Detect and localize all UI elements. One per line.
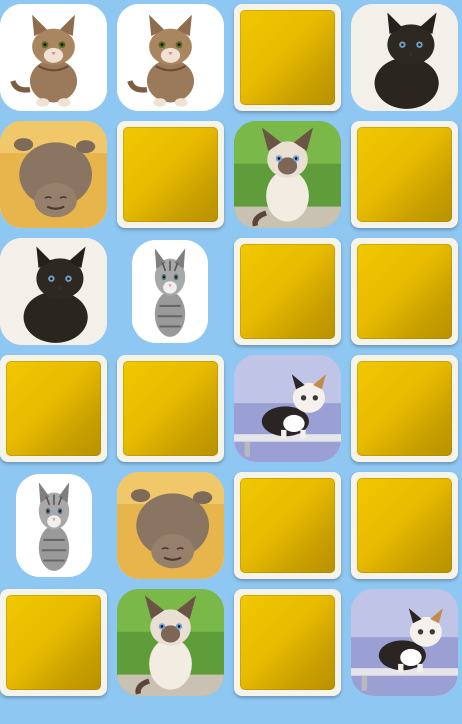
card-back-face xyxy=(123,361,218,456)
siamese-kitten-grass-image xyxy=(234,121,341,228)
card-back-tile[interactable] xyxy=(117,121,224,228)
card-back-tile[interactable] xyxy=(234,589,341,696)
card-back-tile[interactable] xyxy=(234,4,341,111)
card-back-tile[interactable] xyxy=(234,238,341,345)
card-back-face xyxy=(357,127,452,222)
calico-kitten-on-bench-image xyxy=(351,589,458,696)
card-back-tile[interactable] xyxy=(351,472,458,579)
card-face-sleeping-kitten-on-back[interactable] xyxy=(0,121,107,228)
sleeping-kitten-on-back-image xyxy=(117,472,224,579)
card-face-grey-striped-kitten[interactable] xyxy=(132,240,208,343)
grey-striped-kitten-image xyxy=(132,240,208,343)
card-face-tabby-kitten-sitting[interactable] xyxy=(0,4,107,111)
card-face-black-kitten[interactable] xyxy=(0,238,107,345)
card-face-siamese-kitten-grass[interactable] xyxy=(117,589,224,696)
card-back-face xyxy=(6,361,101,456)
card-back-tile[interactable] xyxy=(351,121,458,228)
card-back-tile[interactable] xyxy=(117,355,224,462)
card-back-tile[interactable] xyxy=(234,472,341,579)
card-back-face xyxy=(240,10,335,105)
black-kitten-image xyxy=(351,4,458,111)
card-back-face xyxy=(6,595,101,690)
calico-kitten-on-bench-image xyxy=(234,355,341,462)
black-kitten-image xyxy=(0,238,107,345)
siamese-kitten-grass-image xyxy=(117,589,224,696)
sleeping-kitten-on-back-image xyxy=(0,121,107,228)
card-face-grey-striped-kitten[interactable] xyxy=(16,474,92,577)
card-back-tile[interactable] xyxy=(351,238,458,345)
card-face-black-kitten[interactable] xyxy=(351,4,458,111)
card-back-face xyxy=(240,244,335,339)
card-back-face xyxy=(123,127,218,222)
card-back-face xyxy=(240,478,335,573)
card-back-tile[interactable] xyxy=(0,589,107,696)
tabby-kitten-sitting-image xyxy=(117,4,224,111)
card-face-calico-kitten-on-bench[interactable] xyxy=(234,355,341,462)
card-back-face xyxy=(240,595,335,690)
card-face-calico-kitten-on-bench[interactable] xyxy=(351,589,458,696)
tabby-kitten-sitting-image xyxy=(0,4,107,111)
grey-striped-kitten-image xyxy=(16,474,92,577)
card-face-tabby-kitten-sitting[interactable] xyxy=(117,4,224,111)
card-face-sleeping-kitten-on-back[interactable] xyxy=(117,472,224,579)
card-back-face xyxy=(357,478,452,573)
card-back-face xyxy=(357,244,452,339)
card-face-siamese-kitten-grass[interactable] xyxy=(234,121,341,228)
card-back-face xyxy=(357,361,452,456)
card-back-tile[interactable] xyxy=(351,355,458,462)
card-back-tile[interactable] xyxy=(0,355,107,462)
memory-game-board xyxy=(0,4,462,716)
